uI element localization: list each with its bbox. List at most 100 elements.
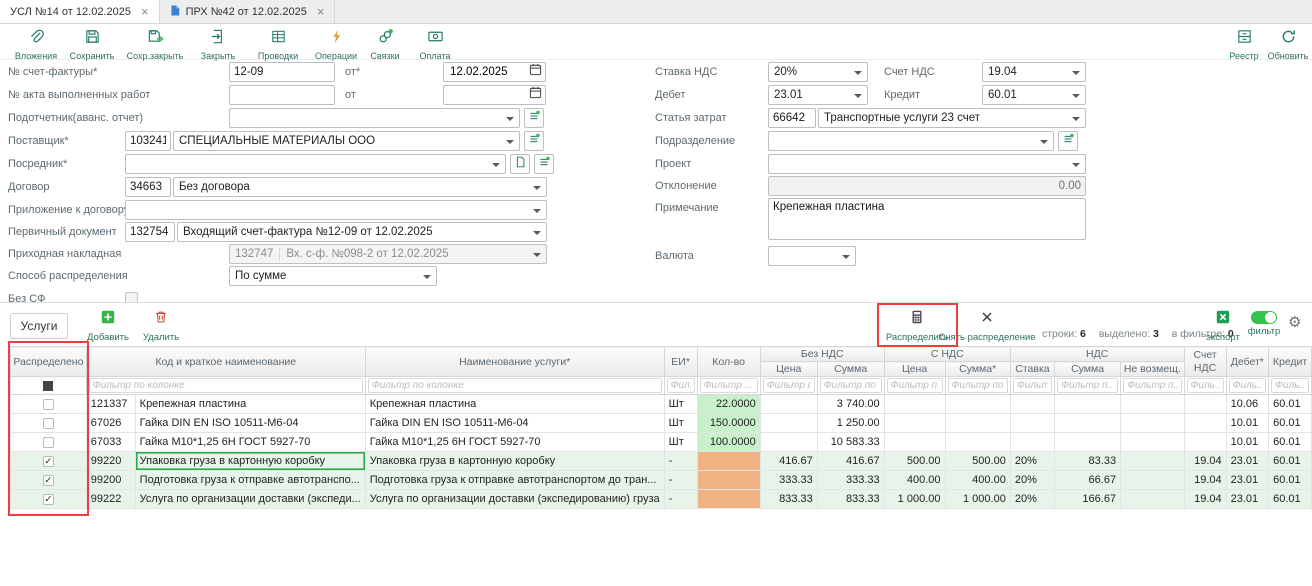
cell-price-net[interactable] <box>760 433 817 452</box>
cell-code[interactable]: 67033 <box>86 433 135 452</box>
calendar-icon[interactable] <box>529 86 542 104</box>
cell-qty[interactable] <box>697 490 760 509</box>
cell-credit[interactable]: 60.01 <box>1269 395 1312 414</box>
cell-vat-rate[interactable]: 20% <box>1010 471 1054 490</box>
cell-sum-net[interactable]: 416.67 <box>817 452 884 471</box>
cell-credit[interactable]: 60.01 <box>1269 490 1312 509</box>
act-date-input[interactable] <box>448 88 529 102</box>
cell-credit[interactable]: 60.01 <box>1269 414 1312 433</box>
col-header-unit[interactable]: ЕИ* <box>664 347 697 377</box>
filter-vat-sum-input[interactable] <box>1057 378 1118 393</box>
tab-prh-document[interactable]: ПРХ №42 от 12.02.2025 × <box>160 0 336 23</box>
cell-sum-gross[interactable] <box>945 395 1010 414</box>
col-header-debit[interactable]: Дебет* <box>1226 347 1268 377</box>
cell-name[interactable]: Гайка DIN EN ISO 10511-М6-04 <box>135 414 365 433</box>
cell-price-gross[interactable] <box>884 414 945 433</box>
department-list-button[interactable] <box>1058 131 1078 151</box>
cell-service[interactable]: Услуга по организации доставки (экспедир… <box>365 490 664 509</box>
cell-price-net[interactable] <box>760 395 817 414</box>
cell-price-gross[interactable] <box>884 395 945 414</box>
cell-debit[interactable]: 10.01 <box>1226 414 1268 433</box>
cell-non-reimb[interactable] <box>1121 433 1184 452</box>
cost-item-code-input[interactable] <box>768 108 816 128</box>
table-row[interactable]: 67033 Гайка М10*1,25 6Н ГОСТ 5927-70 Гай… <box>11 433 1312 452</box>
cell-sum-net[interactable]: 1 250.00 <box>817 414 884 433</box>
calendar-icon[interactable] <box>529 63 542 81</box>
cell-service[interactable]: Гайка М10*1,25 6Н ГОСТ 5927-70 <box>365 433 664 452</box>
contract-code-input[interactable] <box>125 177 171 197</box>
cell-vat-rate[interactable] <box>1010 433 1054 452</box>
col-header-sum-net[interactable]: Сумма <box>817 362 884 377</box>
filter-sum-gross-input[interactable] <box>948 378 1008 393</box>
cell-credit[interactable]: 60.01 <box>1269 452 1312 471</box>
cell-service[interactable]: Гайка DIN EN ISO 10511-М6-04 <box>365 414 664 433</box>
cell-service[interactable]: Подготовка груза к отправке автотранспор… <box>365 471 664 490</box>
cell-debit[interactable]: 23.01 <box>1226 490 1268 509</box>
save-close-button[interactable]: Сохр.закрыть <box>122 28 188 61</box>
payment-button[interactable]: Оплата <box>412 28 458 61</box>
cell-sum-gross[interactable] <box>945 433 1010 452</box>
cell-qty[interactable]: 100.0000 <box>697 433 760 452</box>
cell-name[interactable]: Крепежная пластина <box>135 395 365 414</box>
col-header-vat-rate[interactable]: Ставка <box>1010 362 1054 377</box>
filter-service-input[interactable] <box>368 378 662 393</box>
vat-rate-select[interactable]: 20% <box>768 62 868 82</box>
cell-sum-gross[interactable] <box>945 414 1010 433</box>
refresh-button[interactable]: Обновить <box>1266 28 1310 61</box>
cell-vat-account[interactable]: 19.04 <box>1184 471 1226 490</box>
cell-sum-gross[interactable]: 400.00 <box>945 471 1010 490</box>
table-row[interactable]: 99200 Подготовка груза к отправке автотр… <box>11 471 1312 490</box>
cell-price-net[interactable] <box>760 414 817 433</box>
cell-unit[interactable]: Шт <box>664 433 697 452</box>
cell-name[interactable]: Услуга по организации доставки (экспеди.… <box>135 490 365 509</box>
row-checkbox[interactable] <box>43 418 54 429</box>
invoice-date-field[interactable] <box>443 62 546 82</box>
cell-vat-rate[interactable] <box>1010 395 1054 414</box>
intermediary-select[interactable] <box>125 154 506 174</box>
cell-service[interactable]: Упаковка груза в картонную коробку <box>365 452 664 471</box>
cell-code[interactable]: 99200 <box>86 471 135 490</box>
cost-item-select[interactable]: Транспортные услуги 23 счет <box>818 108 1086 128</box>
filter-qty-input[interactable] <box>700 378 758 393</box>
cell-debit[interactable]: 10.06 <box>1226 395 1268 414</box>
col-header-price-net[interactable]: Цена <box>760 362 817 377</box>
cell-code[interactable]: 121337 <box>86 395 135 414</box>
filter-vat-account-input[interactable] <box>1187 378 1224 393</box>
cell-vat-sum[interactable] <box>1055 414 1121 433</box>
gear-icon[interactable]: ⚙ <box>1288 315 1301 330</box>
col-header-code-name[interactable]: Код и краткое наименование <box>86 347 365 377</box>
cell-non-reimb[interactable] <box>1121 471 1184 490</box>
cell-unit[interactable]: Шт <box>664 395 697 414</box>
note-textarea[interactable]: Крепежная пластина <box>768 198 1086 240</box>
col-header-non-reimb[interactable]: Не возмещ. <box>1121 362 1184 377</box>
cell-qty[interactable] <box>697 452 760 471</box>
cell-price-gross[interactable]: 400.00 <box>884 471 945 490</box>
table-row[interactable]: 99220 Упаковка груза в картонную коробку… <box>11 452 1312 471</box>
tab-usl-document[interactable]: УСЛ №14 от 12.02.2025 × <box>0 0 160 23</box>
add-row-button[interactable]: Добавить <box>80 309 136 343</box>
cell-price-gross[interactable]: 1 000.00 <box>884 490 945 509</box>
cell-qty[interactable]: 22.0000 <box>697 395 760 414</box>
cell-code[interactable]: 99220 <box>86 452 135 471</box>
cell-vat-account[interactable] <box>1184 395 1226 414</box>
cell-name[interactable]: Гайка М10*1,25 6Н ГОСТ 5927-70 <box>135 433 365 452</box>
invoice-date-input[interactable] <box>448 65 529 79</box>
cell-debit[interactable]: 23.01 <box>1226 452 1268 471</box>
intermediary-card-button[interactable] <box>510 154 530 174</box>
operations-button[interactable]: Операции <box>306 28 366 61</box>
col-header-sum-gross[interactable]: Сумма* <box>945 362 1010 377</box>
row-checkbox[interactable] <box>43 456 54 467</box>
vat-account-select[interactable]: 19.04 <box>982 62 1086 82</box>
cell-qty[interactable]: 150.0000 <box>697 414 760 433</box>
cell-unit[interactable]: - <box>664 471 697 490</box>
cell-price-gross[interactable]: 500.00 <box>884 452 945 471</box>
cell-debit[interactable]: 23.01 <box>1226 471 1268 490</box>
registry-button[interactable]: Реестр <box>1222 28 1266 61</box>
cell-price-net[interactable]: 833.33 <box>760 490 817 509</box>
save-button[interactable]: Сохранить <box>62 28 122 61</box>
cell-price-net[interactable]: 333.33 <box>760 471 817 490</box>
filter-sum-net-input[interactable] <box>820 378 882 393</box>
row-checkbox[interactable] <box>43 399 54 410</box>
col-header-price-gross[interactable]: Цена <box>884 362 945 377</box>
cell-vat-sum[interactable]: 83.33 <box>1055 452 1121 471</box>
